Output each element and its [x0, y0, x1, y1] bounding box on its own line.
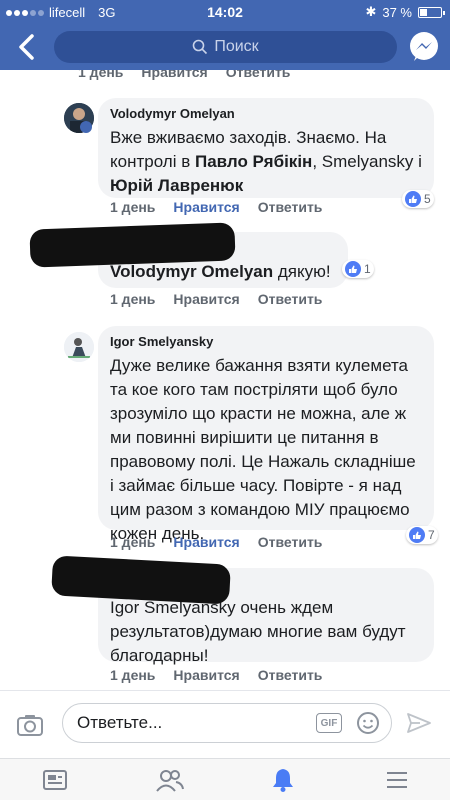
like-link[interactable]: Нравится: [141, 70, 207, 80]
battery-percent: 37 %: [382, 4, 412, 20]
sticker-button[interactable]: [356, 711, 380, 740]
comment-actions: 1 день Нравится Ответить: [110, 667, 340, 683]
reaction-count[interactable]: 7: [406, 526, 438, 544]
bell-icon: [273, 769, 293, 792]
reaction-count[interactable]: 1: [342, 260, 374, 278]
messenger-icon: [410, 32, 438, 61]
like-link[interactable]: Нравится: [173, 199, 239, 215]
reply-link[interactable]: Ответить: [258, 199, 323, 215]
camera-button[interactable]: [16, 713, 44, 742]
tab-news-feed[interactable]: [40, 766, 70, 794]
comment-text: Вже вживаємо заходів. Знаємо. На контрол…: [110, 128, 422, 195]
comment-author[interactable]: Igor Smelyansky: [110, 334, 422, 349]
comment-time: 1 день: [78, 70, 124, 80]
chevron-left-icon: [19, 34, 34, 60]
mention[interactable]: Volodymyr Omelyan: [110, 262, 273, 281]
comment-time: 1 день: [110, 199, 156, 215]
comment-actions: 1 день Нравится Ответить: [110, 199, 340, 215]
tab-bar: [0, 758, 450, 800]
comment-actions: 1 день Нравится Ответить: [110, 291, 340, 307]
menu-icon: [387, 772, 407, 788]
like-link[interactable]: Нравится: [173, 667, 239, 683]
thumbs-up-icon: [405, 191, 421, 207]
comment-time: 1 день: [110, 534, 156, 550]
send-icon: [407, 713, 431, 733]
thumbs-up-icon: [409, 527, 425, 543]
comment-text: Дуже велике бажання взяти кулемета та ко…: [110, 356, 416, 543]
comment-bubble: Igor Smelyansky Дуже велике бажання взят…: [98, 326, 434, 543]
tab-friends[interactable]: [155, 766, 185, 794]
mention[interactable]: Юрій Лавренюк: [110, 176, 243, 195]
redaction: [51, 555, 231, 605]
reply-link[interactable]: Ответить: [258, 534, 323, 550]
battery-icon: [418, 6, 445, 18]
like-link[interactable]: Нравится: [173, 534, 239, 550]
reply-link[interactable]: Ответить: [258, 667, 323, 683]
tab-notifications[interactable]: [268, 766, 298, 794]
comment-actions: 1 день Нравится Ответить: [110, 534, 340, 550]
comment-text: Igor Smelyansky очень ждем результатов)д…: [110, 598, 406, 665]
emoji-icon: [357, 712, 379, 734]
news-feed-icon: [43, 770, 67, 790]
search-input[interactable]: Поиск: [54, 31, 397, 63]
search-placeholder: Поиск: [214, 38, 259, 55]
back-button[interactable]: [14, 33, 40, 61]
comments-feed: 1 день Нравится Ответить Volodymyr Omely…: [0, 70, 450, 690]
tab-menu[interactable]: [382, 766, 412, 794]
like-link[interactable]: Нравится: [173, 291, 239, 307]
search-icon: [193, 39, 208, 55]
comment-bubble: Volodymyr Omelyan Вже вживаємо заходів. …: [98, 98, 434, 198]
bluetooth-icon: ✱: [365, 4, 377, 19]
thumbs-up-icon: [345, 261, 361, 277]
reply-input[interactable]: Ответьте...: [62, 703, 392, 743]
compose-bar: Ответьте... GIF: [0, 690, 450, 758]
mention[interactable]: Павло Рябікін: [195, 152, 312, 171]
reply-link[interactable]: Ответить: [258, 291, 323, 307]
avatar-photo: [64, 332, 94, 362]
reply-placeholder: Ответьте...: [77, 713, 163, 732]
friends-icon: [156, 770, 184, 792]
comment-time: 1 день: [110, 667, 156, 683]
gif-button[interactable]: GIF: [316, 713, 342, 733]
comment-author[interactable]: Volodymyr Omelyan: [110, 106, 422, 121]
redaction: [29, 222, 236, 268]
reply-link[interactable]: Ответить: [226, 70, 291, 80]
avatar[interactable]: [64, 332, 94, 362]
camera-icon: [17, 715, 43, 736]
reaction-count[interactable]: 5: [402, 190, 434, 208]
comment-time: 1 день: [110, 291, 156, 307]
gif-icon: GIF: [320, 717, 338, 729]
comment-actions: 1 день Нравится Ответить: [78, 70, 308, 80]
messenger-button[interactable]: [408, 31, 440, 63]
send-button[interactable]: [406, 711, 432, 740]
status-bar: lifecell 3G 14:02 ✱ 37 %: [0, 0, 450, 24]
navigation-bar: Поиск: [0, 24, 450, 70]
verified-badge-icon: [80, 121, 92, 133]
